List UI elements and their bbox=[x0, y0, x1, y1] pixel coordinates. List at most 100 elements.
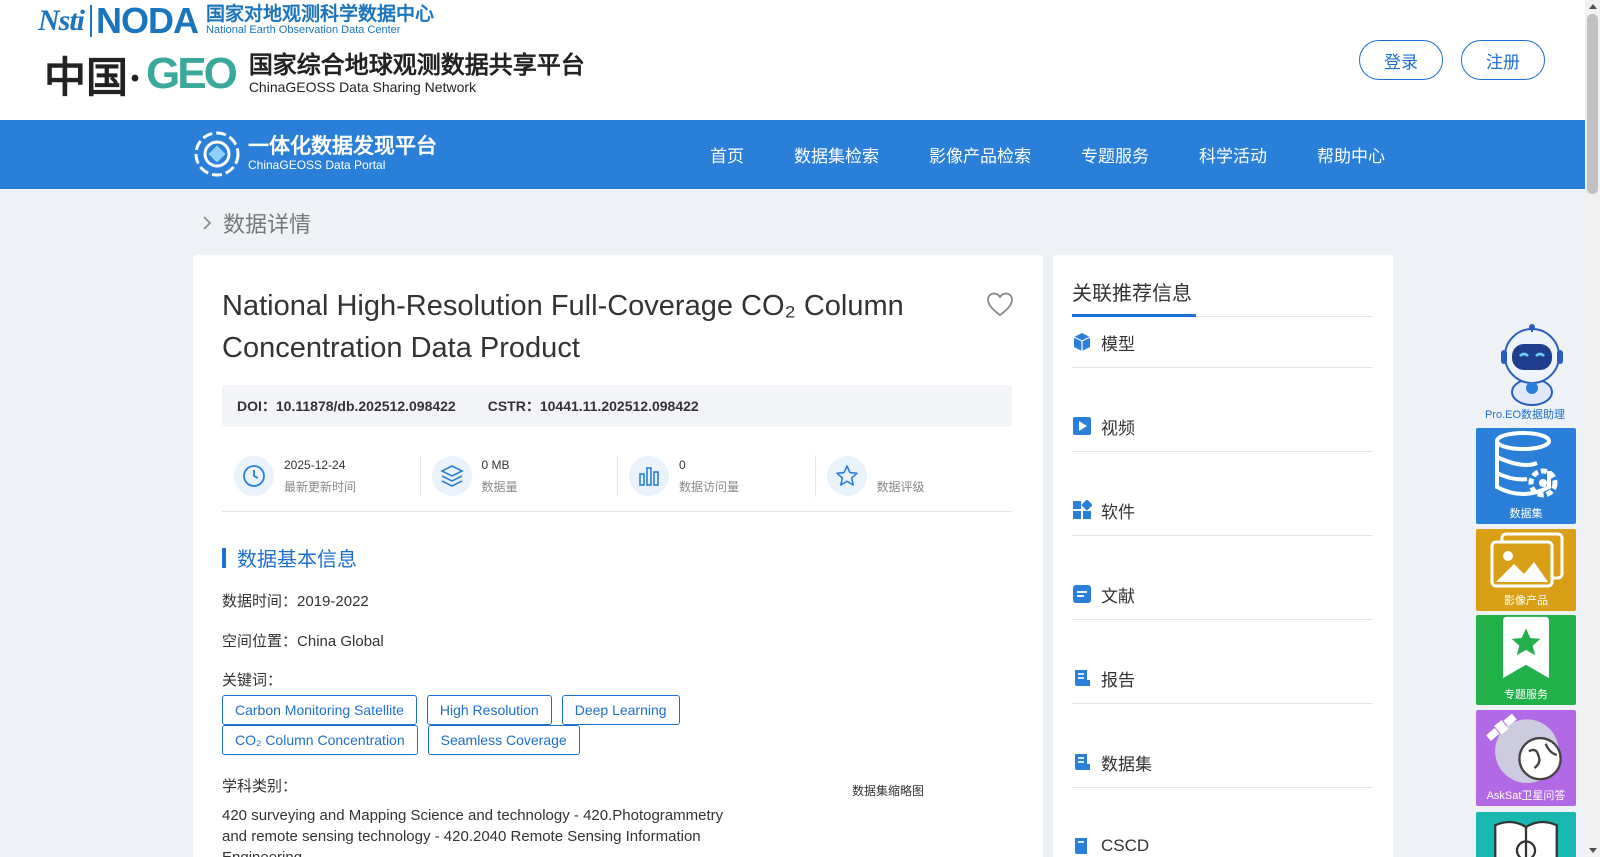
related-item-video[interactable]: 视频 bbox=[1072, 401, 1373, 452]
register-button[interactable]: 注册 bbox=[1461, 40, 1545, 80]
nav-item-themes[interactable]: 专题服务 bbox=[1081, 142, 1149, 167]
noda-text: 国家对地观测科学数据中心 National Earth Observation … bbox=[206, 5, 434, 36]
logo-divider bbox=[90, 5, 93, 37]
report-icon bbox=[1075, 670, 1090, 686]
star-icon bbox=[835, 465, 858, 486]
main-nav-bar: 一体化数据发现平台 ChinaGEOSS Data Portal 首页 数据集检… bbox=[0, 120, 1585, 189]
float-tile-dataset[interactable]: 数据集 bbox=[1476, 428, 1576, 524]
page-scrollbar[interactable] bbox=[1585, 0, 1600, 857]
cstr-label: CSTR： bbox=[487, 398, 540, 414]
stat-label: 数据评级 bbox=[876, 479, 925, 494]
stat-value bbox=[877, 458, 925, 475]
section-bar bbox=[222, 547, 226, 568]
cube-icon bbox=[1073, 333, 1091, 351]
doi-value[interactable]: 10.11878/db.202512.098422 bbox=[276, 398, 456, 414]
portal-logo[interactable]: 一体化数据发现平台 ChinaGEOSS Data Portal bbox=[192, 129, 437, 179]
keyword-tag[interactable]: Seamless Coverage bbox=[427, 725, 580, 755]
section-title: 数据基本信息 bbox=[237, 549, 357, 571]
noda-logo-group[interactable]: Nsti NODA 国家对地观测科学数据中心 National Earth Ob… bbox=[38, 0, 434, 41]
data-time-label: 数据时间： bbox=[222, 593, 298, 610]
float-tile-asksat[interactable]: AskSat卫星问答 bbox=[1476, 710, 1576, 806]
related-item-literature[interactable]: 文献 bbox=[1072, 569, 1373, 620]
stat-rating: 数据评级 bbox=[814, 441, 1013, 511]
related-item-software[interactable]: 软件 bbox=[1072, 485, 1373, 536]
breadcrumb: 数据详情 bbox=[201, 207, 311, 239]
stat-label: 最新更新时间 bbox=[284, 479, 357, 494]
stat-data-volume: 0 MB 数据量 bbox=[419, 441, 618, 511]
noda-name-en: National Earth Observation Data Center bbox=[206, 24, 401, 37]
float-tile-theme-services[interactable]: 专题服务 bbox=[1476, 615, 1576, 705]
clock-icon bbox=[243, 465, 265, 487]
dataset-title: National High-Resolution Full-Coverage C… bbox=[222, 290, 904, 364]
zhongguo-logo: 中国· bbox=[44, 55, 143, 102]
portal-name-en: ChinaGEOSS Data Portal bbox=[248, 158, 386, 173]
bar-chart-icon bbox=[639, 467, 659, 486]
data-time-value: 2019-2022 bbox=[297, 593, 369, 610]
related-item-label: 报告 bbox=[1101, 670, 1135, 690]
scroll-up-arrow-icon[interactable] bbox=[1589, 4, 1597, 9]
thumbnail-label: 数据集缩略图 bbox=[852, 784, 925, 798]
chevron-right-icon bbox=[203, 216, 212, 230]
heart-icon[interactable] bbox=[986, 291, 1014, 319]
related-item-label: CSCD bbox=[1101, 836, 1150, 855]
nav-item-dataset-search[interactable]: 数据集检索 bbox=[794, 142, 879, 167]
keyword-tags: Carbon Monitoring Satellite High Resolut… bbox=[222, 695, 722, 755]
geo-logo: GEO bbox=[146, 49, 238, 98]
login-button[interactable]: 登录 bbox=[1359, 40, 1443, 80]
section-heading-basic-info: 数据基本信息 bbox=[222, 543, 357, 572]
keyword-tag[interactable]: Carbon Monitoring Satellite bbox=[222, 695, 417, 725]
data-time-line: 数据时间：2019-2022 bbox=[222, 590, 369, 611]
portal-name-cn: 一体化数据发现平台 bbox=[248, 135, 437, 159]
related-item-label: 数据集 bbox=[1101, 754, 1152, 774]
nav-item-activities[interactable]: 科学活动 bbox=[1199, 142, 1267, 167]
geoss-name-cn: 国家综合地球观测数据共享平台 bbox=[248, 52, 585, 80]
layers-icon bbox=[439, 465, 464, 487]
doi-label: DOI： bbox=[237, 398, 276, 414]
tile-label: 数据集 bbox=[1509, 508, 1543, 520]
breadcrumb-current: 数据详情 bbox=[223, 212, 312, 237]
stat-value: 0 bbox=[679, 457, 686, 472]
stat-update-time: 2025-12-24 最新更新时间 bbox=[222, 441, 420, 511]
top-header: Nsti NODA 国家对地观测科学数据中心 National Earth Ob… bbox=[0, 0, 1585, 120]
spatial-value: China Global bbox=[297, 633, 384, 650]
keyword-tag[interactable]: High Resolution bbox=[426, 695, 552, 725]
related-item-label: 软件 bbox=[1101, 502, 1135, 522]
cscd-icon bbox=[1075, 838, 1087, 854]
scroll-thumb[interactable] bbox=[1587, 14, 1598, 194]
float-tile-book[interactable] bbox=[1476, 812, 1576, 857]
related-item-report[interactable]: 报告 bbox=[1072, 653, 1373, 704]
nav-menu: 首页 数据集检索 影像产品检索 专题服务 科学活动 帮助中心 bbox=[710, 120, 1435, 189]
cstr-value[interactable]: 10441.11.202512.098422 bbox=[540, 398, 699, 414]
book-icon bbox=[1494, 820, 1558, 857]
chinageoss-logo-group[interactable]: 中国· GEO 国家综合地球观测数据共享平台 ChinaGEOSS Data S… bbox=[44, 46, 585, 102]
related-title: 关联推荐信息 bbox=[1072, 283, 1192, 305]
nav-item-home[interactable]: 首页 bbox=[710, 142, 744, 167]
noda-name-cn: 国家对地观测科学数据中心 bbox=[206, 4, 435, 26]
related-item-model[interactable]: 模型 bbox=[1072, 317, 1373, 368]
related-recommendations-card: 关联推荐信息 模型 视频 软件 文献 报告 数据集 CSCD bbox=[1053, 255, 1393, 857]
spatial-location-line: 空间位置：China Global bbox=[222, 630, 384, 651]
nav-item-help[interactable]: 帮助中心 bbox=[1317, 142, 1385, 167]
apps-icon bbox=[1073, 500, 1092, 519]
stat-value: 2025-12-24 bbox=[284, 457, 346, 472]
image-gallery-icon bbox=[1490, 532, 1564, 588]
keyword-tag[interactable]: CO₂ Column Concentration bbox=[222, 725, 418, 755]
float-tile-image-products[interactable]: 影像产品 bbox=[1476, 529, 1576, 611]
nsti-logo: Nsti bbox=[38, 4, 85, 37]
divider bbox=[222, 511, 1012, 512]
bookmark-star-icon bbox=[1503, 616, 1549, 679]
related-item-label: 文献 bbox=[1101, 586, 1135, 606]
assistant-label[interactable]: Pro.EO数据助理 bbox=[1472, 406, 1578, 422]
keyword-tag[interactable]: Deep Learning bbox=[561, 695, 680, 725]
spatial-label: 空间位置： bbox=[222, 633, 298, 650]
robot-assistant-icon[interactable] bbox=[1492, 322, 1572, 406]
related-item-dataset[interactable]: 数据集 bbox=[1072, 737, 1373, 788]
related-item-cscd[interactable]: CSCD bbox=[1072, 821, 1373, 857]
portal-gear-icon bbox=[194, 131, 240, 177]
related-item-label: 视频 bbox=[1101, 418, 1135, 438]
dataset-detail-card: National High-Resolution Full-Coverage C… bbox=[193, 255, 1043, 857]
tile-label: 影像产品 bbox=[1504, 595, 1548, 607]
noda-logo: NODA bbox=[96, 0, 199, 41]
scroll-down-arrow-icon[interactable] bbox=[1589, 848, 1597, 853]
nav-item-image-search[interactable]: 影像产品检索 bbox=[929, 142, 1031, 167]
